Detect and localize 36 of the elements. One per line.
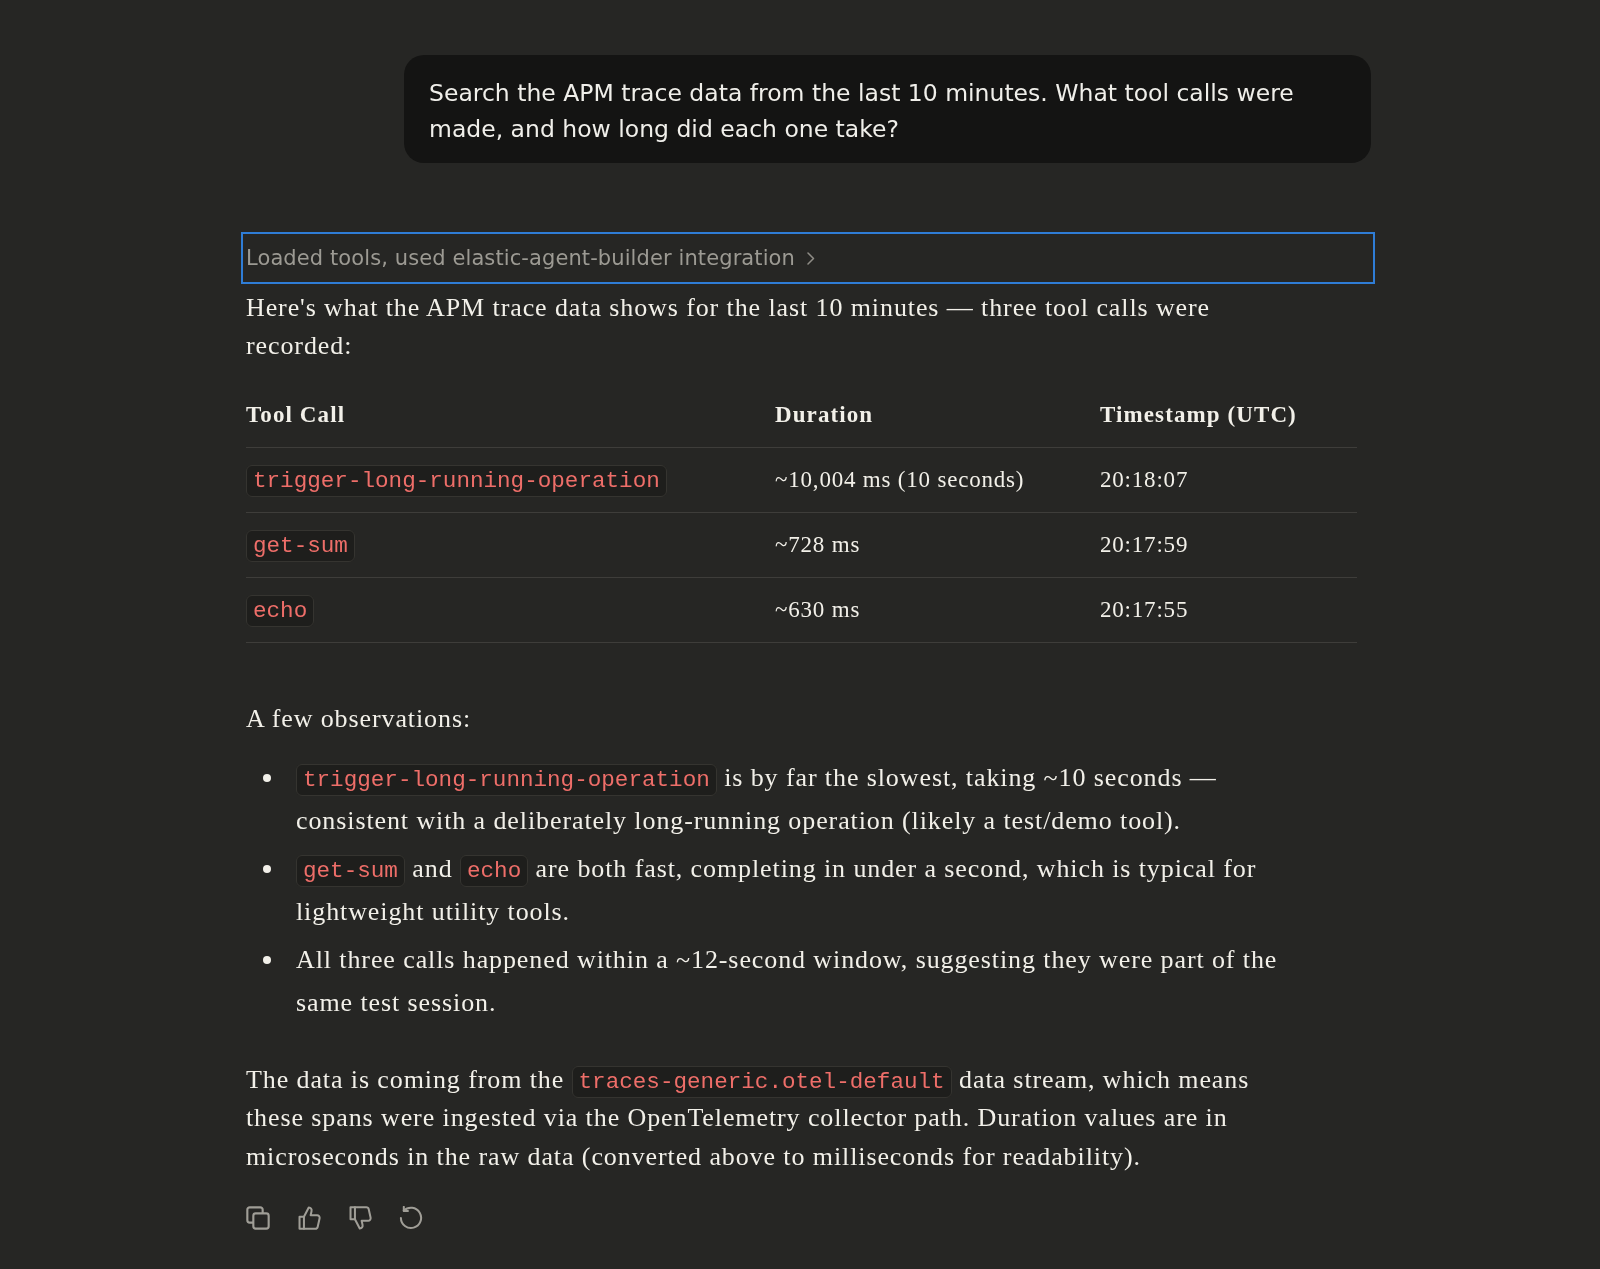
timestamp-cell: 20:17:59 [1100, 532, 1189, 557]
thumbs-up-button[interactable] [297, 1205, 321, 1230]
timestamp-cell: 20:17:55 [1100, 597, 1189, 622]
bullet-icon [263, 864, 271, 873]
user-message: Search the APM trace data from the last 10 minutes. What tool calls were made, and how long did each one take? [404, 55, 1371, 163]
bullet-icon [263, 773, 271, 782]
copy-icon [246, 1205, 270, 1230]
column-header: Timestamp (UTC) [1100, 402, 1297, 427]
bullet-text: All three calls happened within a ~12-second window, suggesting they were part of the same test session. [296, 944, 1279, 1019]
duration-cell: ~10,004 ms (10 seconds) [775, 467, 1025, 492]
column-header: Duration [775, 402, 874, 427]
inline-code: trigger-long-running-operation [296, 764, 717, 796]
retry-button[interactable] [399, 1205, 423, 1230]
thumbs-down-icon [348, 1205, 372, 1230]
observations-heading: A few observations: [246, 703, 473, 735]
tool-name: get-sum [246, 529, 355, 562]
inline-code: traces-generic.otel-default [571, 1066, 952, 1098]
timestamp-cell: 20:18:07 [1100, 467, 1189, 492]
duration-cell: ~630 ms [775, 597, 861, 622]
tool-name: trigger-long-running-operation [246, 464, 667, 497]
tool-name: echo [246, 594, 315, 627]
intro-paragraph: Here's what the APM trace data shows for the last 10 minutes — three tool calls were recorded: [246, 292, 1212, 362]
bullet-icon [263, 955, 271, 964]
thumbs-up-icon [297, 1205, 321, 1230]
tool-summary-toggle[interactable]: Loaded tools, used elastic-agent-builder integration [241, 232, 1375, 284]
duration-cell: ~728 ms [775, 532, 861, 557]
copy-button[interactable] [246, 1205, 270, 1230]
thumbs-down-button[interactable] [348, 1205, 372, 1230]
bullet-text: trigger-long-running-operation is by far the slowest, taking ~10 seconds — consistent with a deliberately long-running operation (likely a test/demo tool). [296, 762, 1218, 837]
inline-code: echo [459, 855, 529, 887]
chevron-right-icon [806, 251, 815, 265]
closing-paragraph: The data is coming from the traces-generic.otel-default data stream, which means these spans were ingested via the OpenTelemetry collector path. Duration values are in microseconds in the raw data (converted above to milliseconds for readability). [246, 1064, 1251, 1173]
inline-code: get-sum [296, 855, 405, 887]
column-header: Tool Call [246, 402, 346, 427]
circular-arrow-icon [399, 1205, 423, 1230]
bullet-text: get-sum and echo are both fast, completing in under a second, which is typical for lightweight utility tools. [296, 853, 1258, 928]
